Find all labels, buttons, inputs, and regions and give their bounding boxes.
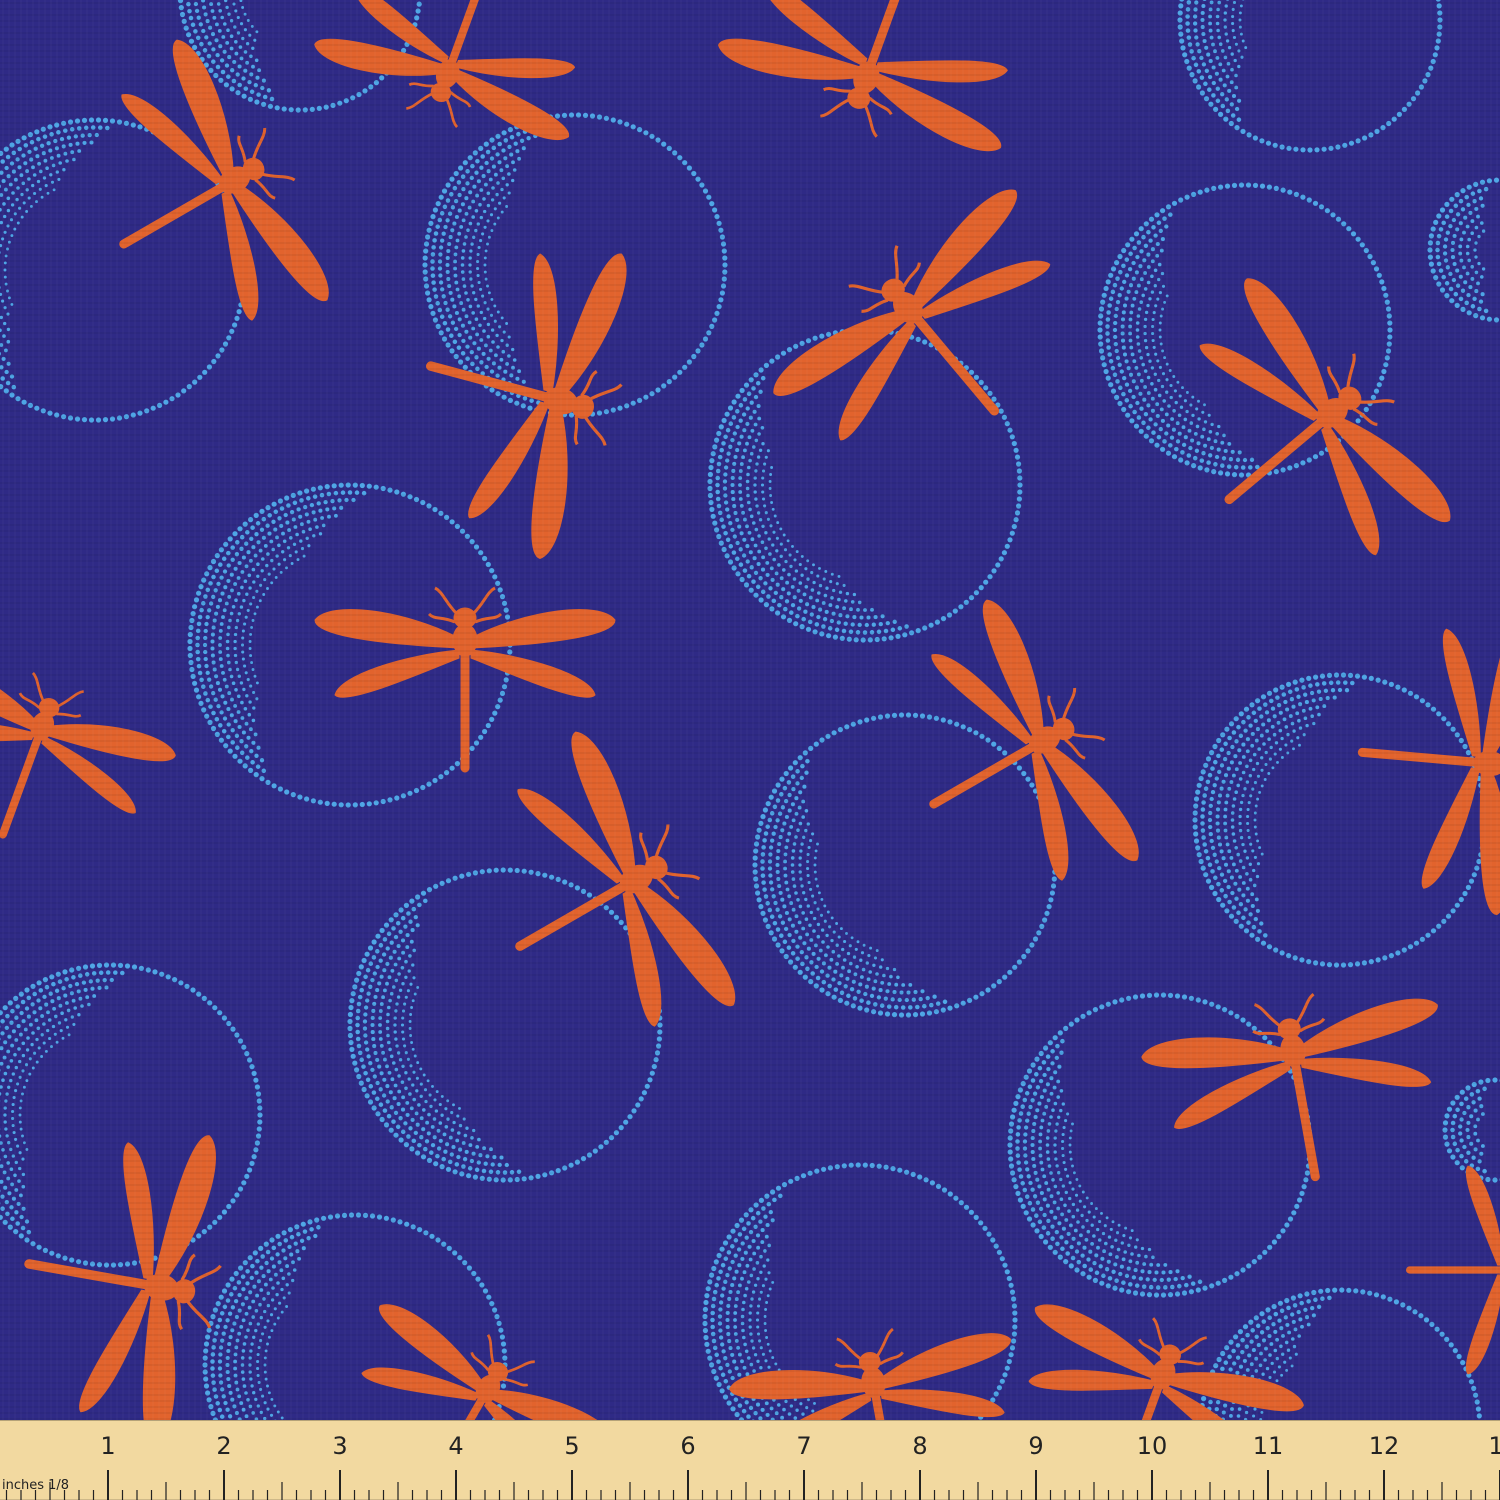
ruler-number: 6 [680,1432,696,1460]
ruler-number: 5 [564,1432,580,1460]
ruler-number: 11 [1252,1432,1284,1460]
ruler-number: 1 [100,1432,116,1460]
ruler-number: 2 [216,1432,232,1460]
ruler-number: 7 [796,1432,812,1460]
ruler-number: 4 [448,1432,464,1460]
ruler-unit-label: inches 1/8 [2,1478,70,1493]
ruler-number: 12 [1368,1432,1400,1460]
ruler-number: 8 [912,1432,928,1460]
ruler-number: 3 [332,1432,348,1460]
fabric-pattern [0,0,1500,1500]
ruler-number: 9 [1028,1432,1044,1460]
ruler-number: 1 [1488,1432,1500,1460]
measuring-ruler: inches 1/8 1 2 3 4 5 6 7 8 9 10 11 12 1 [0,1420,1500,1500]
ruler-number: 10 [1136,1432,1168,1460]
